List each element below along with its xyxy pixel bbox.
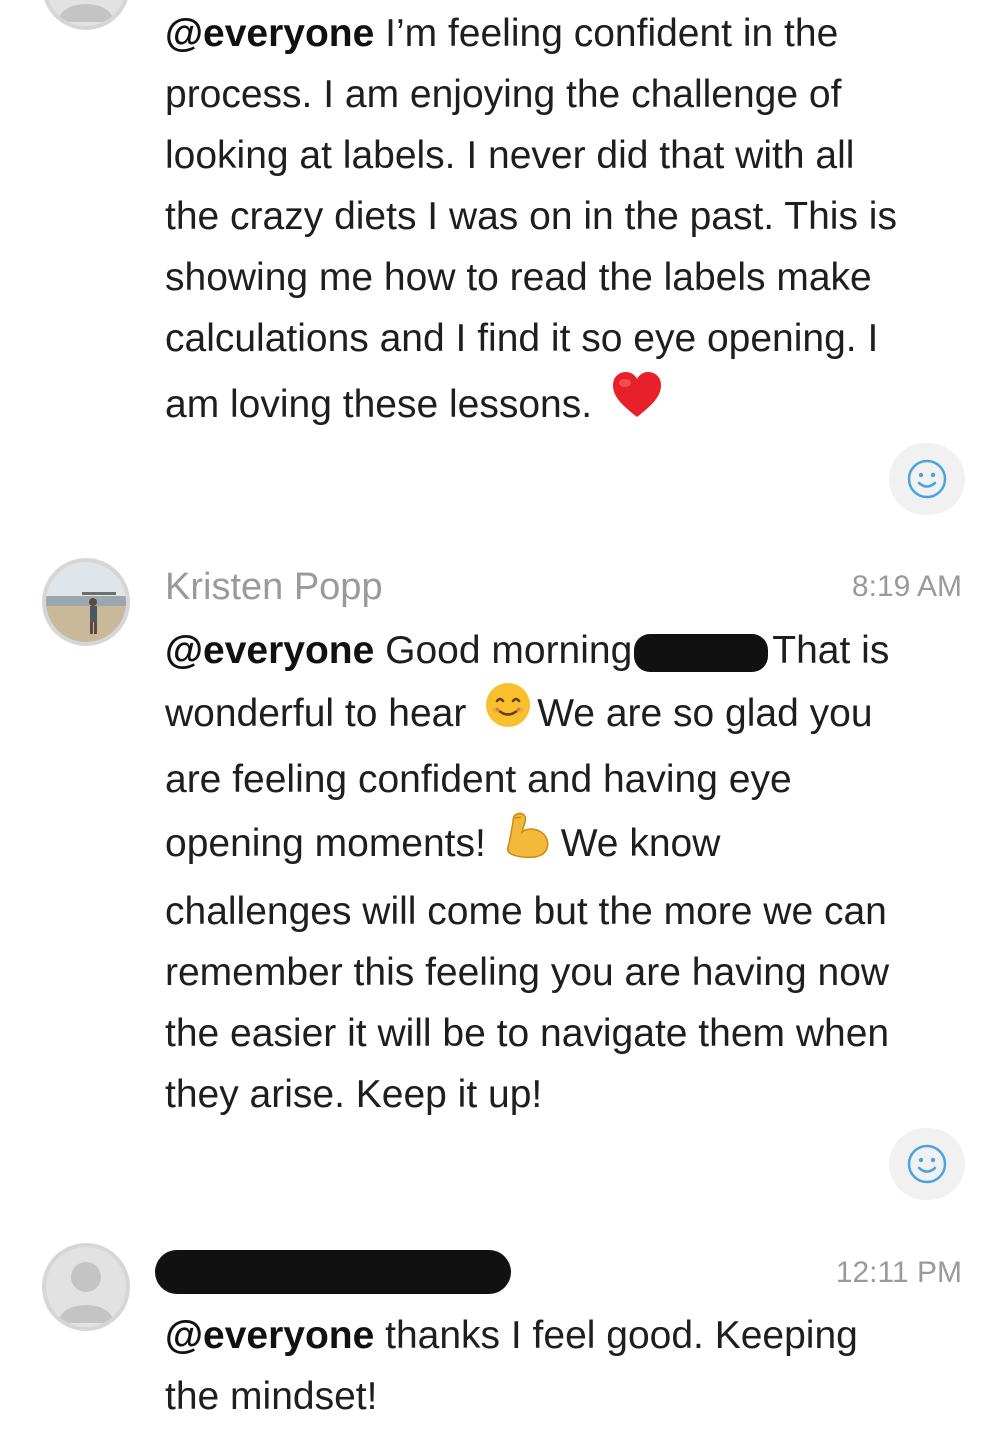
message-timestamp: 8:19 AM [851, 570, 962, 603]
smiley-icon [907, 459, 947, 499]
mention-everyone[interactable]: @everyone [165, 629, 374, 672]
redacted-author [155, 1250, 511, 1294]
mention-everyone[interactable]: @everyone [165, 1314, 374, 1357]
chat-thread: @everyone I’m feeling confident in the p… [0, 0, 1007, 1440]
mention-everyone[interactable]: @everyone [165, 12, 374, 55]
heart-icon [611, 371, 663, 443]
add-reaction-button[interactable] [889, 443, 965, 515]
avatar-default[interactable] [42, 0, 130, 30]
redacted-name [634, 633, 769, 672]
smiley-icon [907, 1144, 947, 1184]
smiling-face-icon [485, 682, 531, 749]
message-timestamp: 12:11 PM [835, 1256, 962, 1289]
message-body: @everyone thanks I feel good. Keeping th… [165, 1314, 858, 1418]
message-body: @everyone I’m feeling confident in the p… [165, 3, 965, 443]
flexed-biceps-icon [503, 810, 553, 881]
avatar-kristen-popp[interactable] [42, 558, 130, 646]
message-body: @everyone Good morning That is wonderful … [165, 629, 890, 1117]
message-author[interactable]: Kristen Popp [165, 566, 383, 609]
avatar-default[interactable] [42, 1243, 130, 1331]
add-reaction-button[interactable] [889, 1128, 965, 1200]
